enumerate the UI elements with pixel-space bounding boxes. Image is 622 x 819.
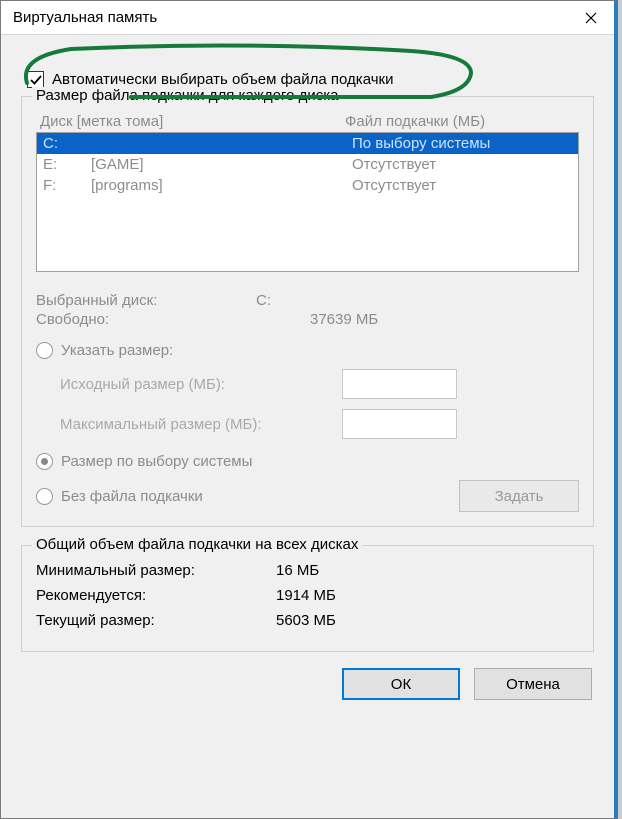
auto-manage-checkbox[interactable]: [27, 71, 44, 88]
set-button: Задать: [459, 480, 579, 512]
drive-pagefile: Отсутствует: [352, 156, 572, 173]
cancel-button-label: Отмена: [506, 676, 560, 693]
system-managed-radio-row: Размер по выбору системы: [36, 453, 579, 470]
drive-list[interactable]: C: По выбору системы E: [GAME] Отсутству…: [36, 132, 579, 272]
totals-group: Общий объем файла подкачки на всех диска…: [21, 545, 594, 652]
drive-label: [programs]: [91, 177, 352, 194]
titlebar: Виртуальная память: [1, 1, 614, 35]
selected-drive-value: C:: [256, 292, 271, 309]
selected-drive-info: Выбранный диск: C: Свободно: 37639 МБ: [36, 292, 579, 328]
cancel-button[interactable]: Отмена: [474, 668, 592, 700]
dialog-footer: ОК Отмена: [21, 668, 594, 700]
drive-pagefile: Отсутствует: [352, 177, 572, 194]
custom-size-radio[interactable]: [36, 342, 53, 359]
no-pagefile-label: Без файла подкачки: [61, 488, 203, 505]
per-drive-group: Размер файла подкачки для каждого диска …: [21, 96, 594, 527]
drive-list-header: Диск [метка тома] Файл подкачки (МБ): [40, 113, 575, 130]
system-managed-radio[interactable]: [36, 453, 53, 470]
dialog-content: Автоматически выбирать объем файла подка…: [1, 35, 614, 714]
drive-letter: C:: [43, 135, 91, 152]
recommended-label: Рекомендуется:: [36, 587, 276, 604]
system-managed-label: Размер по выбору системы: [61, 453, 252, 470]
virtual-memory-dialog: Виртуальная память Автоматически выбират…: [0, 0, 618, 819]
custom-size-label: Указать размер:: [61, 342, 173, 359]
current-size-label: Текущий размер:: [36, 612, 276, 629]
drive-row[interactable]: C: По выбору системы: [37, 133, 578, 154]
free-space-label: Свободно:: [36, 311, 256, 328]
initial-size-input[interactable]: [342, 369, 457, 399]
min-size-label: Минимальный размер:: [36, 562, 276, 579]
free-space-value: 37639 МБ: [310, 311, 378, 328]
drive-header-col1: Диск [метка тома]: [40, 113, 345, 130]
auto-manage-label: Автоматически выбирать объем файла подка…: [52, 71, 393, 88]
custom-size-radio-row: Указать размер:: [36, 342, 579, 359]
max-size-label: Максимальный размер (МБ):: [60, 416, 342, 433]
drive-pagefile: По выбору системы: [352, 135, 572, 152]
recommended-value: 1914 МБ: [276, 587, 336, 604]
totals-group-title: Общий объем файла подкачки на всех диска…: [32, 536, 362, 553]
drive-header-col2: Файл подкачки (МБ): [345, 113, 575, 130]
window-title: Виртуальная память: [13, 9, 157, 26]
drive-row[interactable]: E: [GAME] Отсутствует: [37, 154, 578, 175]
per-drive-group-title: Размер файла подкачки для каждого диска: [32, 87, 342, 104]
set-button-label: Задать: [495, 488, 544, 505]
drive-label: [91, 135, 352, 152]
close-icon: [585, 12, 597, 24]
drive-letter: F:: [43, 177, 91, 194]
ok-button-label: ОК: [391, 676, 411, 693]
auto-manage-row: Автоматически выбирать объем файла подка…: [27, 71, 594, 88]
no-pagefile-radio[interactable]: [36, 488, 53, 505]
ok-button[interactable]: ОК: [342, 668, 460, 700]
drive-letter: E:: [43, 156, 91, 173]
max-size-input[interactable]: [342, 409, 457, 439]
initial-size-label: Исходный размер (МБ):: [60, 376, 342, 393]
current-size-value: 5603 МБ: [276, 612, 336, 629]
checkmark-icon: [30, 74, 42, 86]
custom-size-fields: Исходный размер (МБ): Максимальный разме…: [60, 369, 579, 439]
selected-drive-label: Выбранный диск:: [36, 292, 256, 309]
min-size-value: 16 МБ: [276, 562, 319, 579]
drive-row[interactable]: F: [programs] Отсутствует: [37, 175, 578, 196]
no-pagefile-row: Без файла подкачки Задать: [36, 480, 579, 512]
drive-label: [GAME]: [91, 156, 352, 173]
close-button[interactable]: [568, 1, 614, 35]
